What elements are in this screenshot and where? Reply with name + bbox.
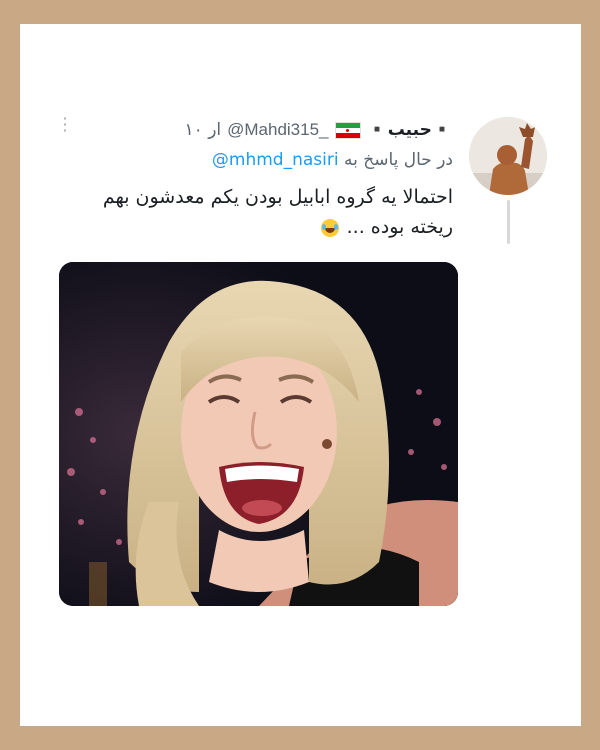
reply-prefix: در حال پاسخ به xyxy=(343,150,453,170)
user-handle[interactable]: @Mahdi315_ xyxy=(227,120,328,140)
avatar[interactable] xyxy=(469,117,547,195)
tweet-text-line-2-wrap: ریخته بوده ... xyxy=(63,212,453,242)
face-with-tears-of-joy-icon xyxy=(320,218,339,237)
screenshot-card: · · · ۱۰ ار @Mahdi315_ ▪️حبیب▪️ در حال پاس… xyxy=(20,24,581,726)
reply-mention-link[interactable]: @mhmd_nasiri xyxy=(212,150,339,170)
timestamp[interactable]: ۱۰ ار xyxy=(185,120,222,140)
tweet[interactable]: · · · ۱۰ ار @Mahdi315_ ▪️حبیب▪️ در حال پاس… xyxy=(20,24,581,726)
laughing-woman-photo xyxy=(59,262,458,606)
tweet-text-line-2: ریخته بوده ... xyxy=(346,216,453,238)
iran-flag-icon xyxy=(334,121,361,139)
replying-to: در حال پاسخ به @mhmd_nasiri xyxy=(212,150,453,170)
tweet-text-line-1: احتمالا یه گروه ابابیل بودن یکم معدشون ب… xyxy=(102,186,453,208)
tweet-text: احتمالا یه گروه ابابیل بودن یکم معدشون ب… xyxy=(63,182,453,242)
tweet-media-photo[interactable] xyxy=(59,262,458,606)
more-vertical-icon[interactable]: · · · xyxy=(60,111,70,139)
avatar-image xyxy=(469,117,547,195)
tweet-header: ۱۰ ار @Mahdi315_ ▪️حبیب▪️ xyxy=(185,120,453,140)
display-name[interactable]: ▪️حبیب▪️ xyxy=(367,120,453,140)
thread-line xyxy=(507,200,510,244)
